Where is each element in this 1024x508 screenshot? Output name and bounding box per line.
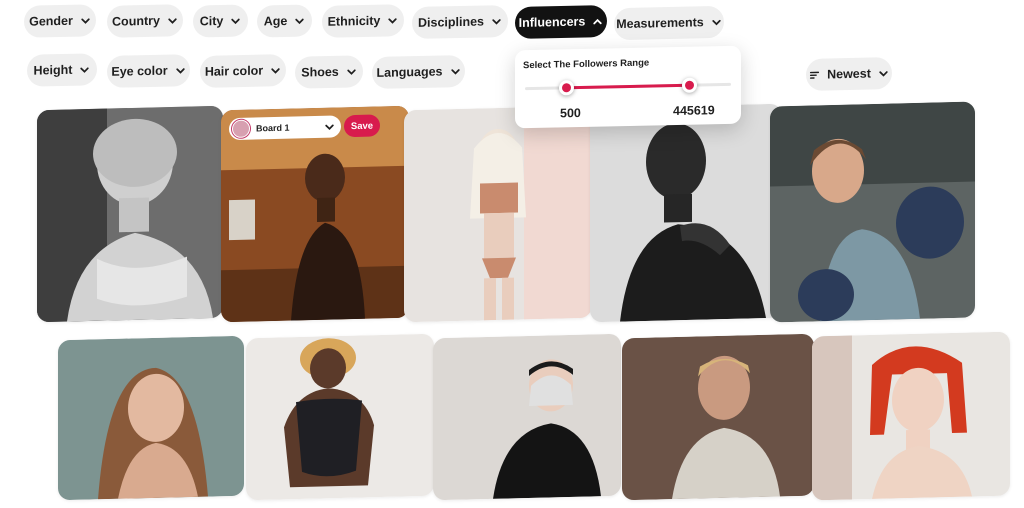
model-photo-card[interactable] bbox=[58, 335, 244, 501]
min-followers-value: 500 bbox=[560, 105, 581, 121]
chevron-down-icon bbox=[175, 65, 186, 76]
max-followers-value: 445619 bbox=[673, 103, 715, 119]
model-photo bbox=[58, 335, 244, 501]
model-photo-card[interactable] bbox=[404, 105, 592, 323]
slider-max-thumb[interactable] bbox=[682, 77, 698, 93]
chevron-down-icon bbox=[450, 66, 461, 77]
popup-title: Select The Followers Range bbox=[523, 57, 650, 72]
model-photo-card[interactable] bbox=[770, 101, 975, 323]
slider-range-fill bbox=[566, 83, 690, 90]
chevron-down-icon bbox=[324, 121, 335, 132]
filter-label: Hair color bbox=[204, 63, 264, 79]
slider-min-thumb[interactable] bbox=[558, 80, 574, 96]
followers-range-slider[interactable] bbox=[525, 77, 731, 96]
filter-languages[interactable]: Languages bbox=[372, 55, 465, 89]
chevron-down-icon bbox=[270, 65, 281, 76]
filter-age[interactable]: Age bbox=[257, 4, 312, 38]
filter-measurements[interactable]: Measurements bbox=[614, 5, 724, 41]
filter-ethnicity[interactable]: Ethnicity bbox=[322, 4, 404, 38]
chevron-down-icon bbox=[346, 66, 357, 77]
filter-influencers[interactable]: Influencers bbox=[515, 5, 607, 39]
model-photo-card[interactable] bbox=[590, 103, 782, 323]
chevron-down-icon bbox=[167, 15, 178, 26]
chevron-down-icon bbox=[878, 68, 889, 79]
filter-label: Age bbox=[263, 13, 288, 29]
save-button[interactable]: Save bbox=[344, 114, 380, 138]
chevron-down-icon bbox=[80, 15, 91, 26]
model-photo-card[interactable] bbox=[812, 331, 1010, 501]
sort-lines-icon bbox=[809, 69, 820, 80]
model-photo-card[interactable] bbox=[433, 333, 621, 501]
filter-hair-color[interactable]: Hair color bbox=[200, 54, 286, 88]
filter-label: Gender bbox=[29, 13, 73, 29]
filter-label: Ethnicity bbox=[327, 13, 381, 29]
chevron-down-icon bbox=[491, 16, 502, 27]
filter-eye-color[interactable]: Eye color bbox=[107, 54, 190, 88]
model-photo-card[interactable]: Board 1 Save bbox=[221, 105, 409, 323]
followers-range-popup: Select The Followers Range 500 445619 bbox=[515, 45, 741, 129]
chevron-down-icon bbox=[711, 16, 722, 27]
model-photo-card[interactable] bbox=[622, 333, 814, 501]
filter-label: Country bbox=[112, 13, 160, 29]
chevron-down-icon bbox=[294, 15, 305, 26]
filter-label: Languages bbox=[376, 64, 443, 80]
model-photo bbox=[770, 101, 975, 323]
filter-label: Disciplines bbox=[418, 14, 484, 30]
model-photo bbox=[246, 333, 434, 501]
filter-gender[interactable]: Gender bbox=[24, 4, 96, 38]
filter-label: Eye color bbox=[111, 63, 168, 79]
model-photo-card[interactable] bbox=[37, 105, 223, 323]
model-photo bbox=[433, 333, 621, 501]
filter-label: City bbox=[199, 13, 224, 29]
filter-label: Influencers bbox=[518, 14, 586, 30]
filter-height[interactable]: Height bbox=[27, 53, 97, 87]
chevron-down-icon bbox=[79, 64, 90, 75]
chevron-down-icon bbox=[387, 15, 398, 26]
sort-label: Newest bbox=[827, 66, 871, 82]
board-label: Board 1 bbox=[256, 122, 290, 134]
model-photo bbox=[590, 103, 782, 323]
chevron-down-icon bbox=[230, 15, 241, 26]
chevron-up-icon bbox=[592, 16, 603, 27]
model-photo bbox=[622, 333, 814, 501]
model-photo bbox=[404, 105, 592, 323]
page: Gender Country City Age Ethnicity Discip… bbox=[0, 0, 1024, 508]
model-photo-card[interactable] bbox=[246, 333, 434, 501]
board-select[interactable]: Board 1 bbox=[229, 115, 341, 141]
filter-city[interactable]: City bbox=[193, 4, 248, 38]
avatar bbox=[232, 119, 250, 139]
sort-newest-button[interactable]: Newest bbox=[806, 57, 892, 91]
filter-label: Measurements bbox=[616, 15, 704, 32]
filter-label: Shoes bbox=[301, 64, 339, 80]
filter-disciplines[interactable]: Disciplines bbox=[412, 4, 508, 40]
filter-shoes[interactable]: Shoes bbox=[295, 55, 363, 89]
model-photo bbox=[812, 331, 1010, 501]
model-photo bbox=[37, 105, 223, 323]
filter-label: Height bbox=[33, 62, 73, 78]
filter-country[interactable]: Country bbox=[107, 4, 183, 38]
